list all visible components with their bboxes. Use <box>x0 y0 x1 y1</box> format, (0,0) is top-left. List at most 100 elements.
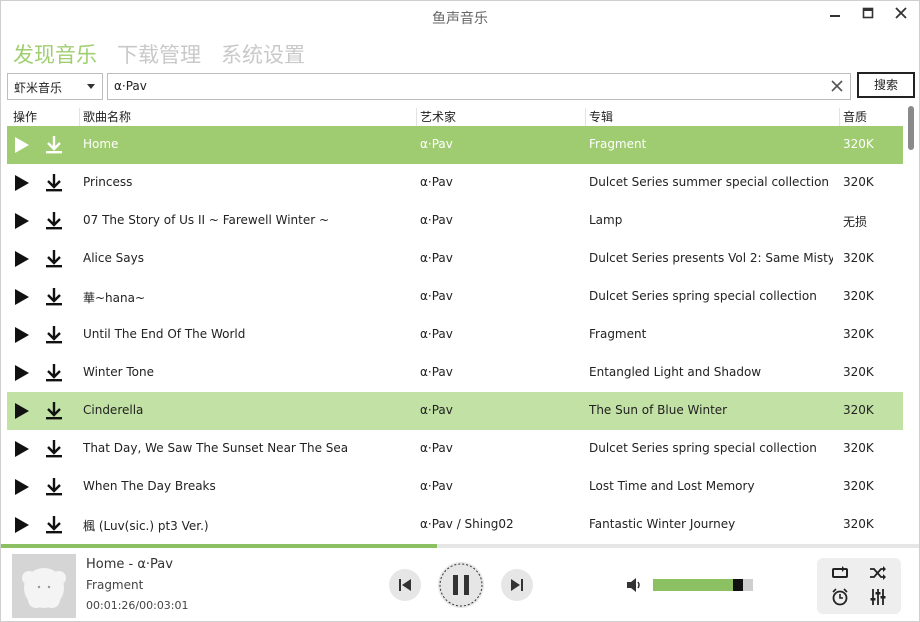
play-icon[interactable] <box>14 175 30 194</box>
song-artist: α·Pav <box>420 137 453 151</box>
tab-discover[interactable]: 发现音乐 <box>13 43 97 67</box>
play-icon[interactable] <box>14 365 30 384</box>
volume-slider[interactable] <box>653 579 753 591</box>
scrollbar-thumb[interactable] <box>908 106 914 150</box>
song-quality: 320K <box>843 251 874 265</box>
play-icon[interactable] <box>14 289 30 308</box>
song-quality: 320K <box>843 517 874 531</box>
download-icon[interactable] <box>45 173 63 196</box>
table-row[interactable]: 華~hana~ α·Pav Dulcet Series spring special… <box>7 278 903 316</box>
window-title: 鱼声音乐 <box>432 11 488 27</box>
maximize-button[interactable] <box>856 7 880 27</box>
table-header: 操作 歌曲名称 艺术家 专辑 音质 <box>7 104 903 126</box>
source-select-value: 虾米音乐 <box>14 81 63 95</box>
table-row[interactable]: When The Day Breaks α·Pav Lost Time and Lo… <box>7 468 903 506</box>
header-album[interactable]: 专辑 <box>585 108 613 126</box>
search-button[interactable]: 搜索 <box>857 72 915 98</box>
song-artist: α·Pav <box>420 175 453 189</box>
table-row[interactable]: That Day, We Saw The Sunset Near The Sea… <box>7 430 903 468</box>
song-artist: α·Pav <box>420 403 453 417</box>
header-artist[interactable]: 艺术家 <box>416 108 456 126</box>
table-row[interactable]: Cinderella α·Pav The Sun of Blue Winter 320… <box>7 392 903 430</box>
table-row[interactable]: Princess α·Pav Dulcet Series summer specia… <box>7 164 903 202</box>
repeat-icon[interactable] <box>831 566 849 580</box>
song-artist: α·Pav <box>420 289 453 303</box>
table-row[interactable]: 07 The Story of Us II ~ Farewell Winter … <box>7 202 903 240</box>
table-row[interactable]: 楓 (Luv(sic.) pt3 Ver.) α·Pav / Shing02 Fan… <box>7 506 903 544</box>
play-icon[interactable] <box>14 213 30 232</box>
song-name: Winter Tone <box>83 365 154 379</box>
song-quality: 320K <box>843 479 874 493</box>
play-icon[interactable] <box>14 441 30 460</box>
album-cover <box>12 554 76 618</box>
table-row[interactable]: Home α·Pav Fragment 320K <box>7 126 903 164</box>
song-album: The Sun of Blue Winter <box>589 403 728 417</box>
tab-downloads[interactable]: 下载管理 <box>117 43 201 67</box>
now-playing-title: Home - α·Pav <box>86 557 173 572</box>
play-icon[interactable] <box>14 403 30 422</box>
song-album: Fragment <box>589 327 647 341</box>
download-icon[interactable] <box>45 287 63 310</box>
play-icon[interactable] <box>14 251 30 270</box>
play-icon[interactable] <box>14 479 30 498</box>
equalizer-icon[interactable] <box>869 588 887 606</box>
song-quality: 320K <box>843 289 874 303</box>
song-artist: α·Pav <box>420 327 453 341</box>
song-album: Entangled Light and Shadow <box>589 365 762 379</box>
download-icon[interactable] <box>45 477 63 500</box>
song-name: Cinderella <box>83 403 144 417</box>
download-icon[interactable] <box>45 401 63 424</box>
download-icon[interactable] <box>45 363 63 386</box>
main-nav: 发现音乐 下载管理 系统设置 <box>13 39 325 67</box>
volume-icon[interactable] <box>625 576 643 594</box>
download-icon[interactable] <box>45 249 63 272</box>
alarm-icon[interactable] <box>831 588 849 606</box>
song-name: Princess <box>83 175 133 189</box>
header-quality[interactable]: 音质 <box>839 108 867 126</box>
download-icon[interactable] <box>45 211 63 234</box>
song-album: Lamp <box>589 213 623 227</box>
close-icon <box>895 7 907 19</box>
previous-button[interactable] <box>389 569 421 601</box>
close-button[interactable] <box>889 7 913 27</box>
song-artist: α·Pav <box>420 479 453 493</box>
table-row[interactable]: Winter Tone α·Pav Entangled Light and Shad… <box>7 354 903 392</box>
play-icon[interactable] <box>14 517 30 536</box>
next-icon <box>511 579 523 591</box>
player-bar: Home - α·Pav Fragment 00:01:26/00:03:01 <box>1 548 919 621</box>
table-row[interactable]: Until The End Of The World α·Pav Fragment 3… <box>7 316 903 354</box>
song-quality: 320K <box>843 441 874 455</box>
search-input[interactable] <box>114 77 814 95</box>
source-select[interactable]: 虾米音乐 <box>7 73 103 100</box>
play-icon[interactable] <box>14 327 30 346</box>
download-icon[interactable] <box>45 135 63 158</box>
song-name: Alice Says <box>83 251 144 265</box>
clear-icon[interactable] <box>830 79 844 93</box>
song-artist: α·Pav <box>420 213 453 227</box>
scrollbar[interactable] <box>906 104 916 544</box>
playback-options <box>817 558 901 614</box>
song-album: Dulcet Series presents Vol 2: Same Misty… <box>589 251 833 265</box>
song-artist: α·Pav <box>420 365 453 379</box>
shuffle-icon[interactable] <box>869 565 887 581</box>
song-name: Home <box>83 137 119 151</box>
next-button[interactable] <box>501 569 533 601</box>
song-artist: α·Pav / Shing02 <box>420 517 514 531</box>
now-playing-album: Fragment <box>86 578 144 592</box>
song-quality: 无损 <box>843 215 868 229</box>
play-icon[interactable] <box>14 137 30 156</box>
app-window: 鱼声音乐 发现音乐下载管理系统设置 虾米音乐 搜索 操作 歌曲名称 艺术家 专辑… <box>0 0 920 622</box>
header-song[interactable]: 歌曲名称 <box>79 108 131 126</box>
volume-handle[interactable] <box>733 579 743 591</box>
minimize-button[interactable] <box>823 7 847 27</box>
download-icon[interactable] <box>45 325 63 348</box>
download-icon[interactable] <box>45 439 63 462</box>
table-row[interactable]: Alice Says α·Pav Dulcet Series presents Vo… <box>7 240 903 278</box>
pause-button[interactable] <box>438 562 484 608</box>
song-list: Home α·Pav Fragment 320K Princess α·Pav Dulcet… <box>7 126 903 544</box>
maximize-icon <box>862 7 874 19</box>
download-icon[interactable] <box>45 515 63 538</box>
tab-settings[interactable]: 系统设置 <box>221 43 305 67</box>
title-bar: 鱼声音乐 <box>1 1 919 33</box>
song-artist: α·Pav <box>420 441 453 455</box>
